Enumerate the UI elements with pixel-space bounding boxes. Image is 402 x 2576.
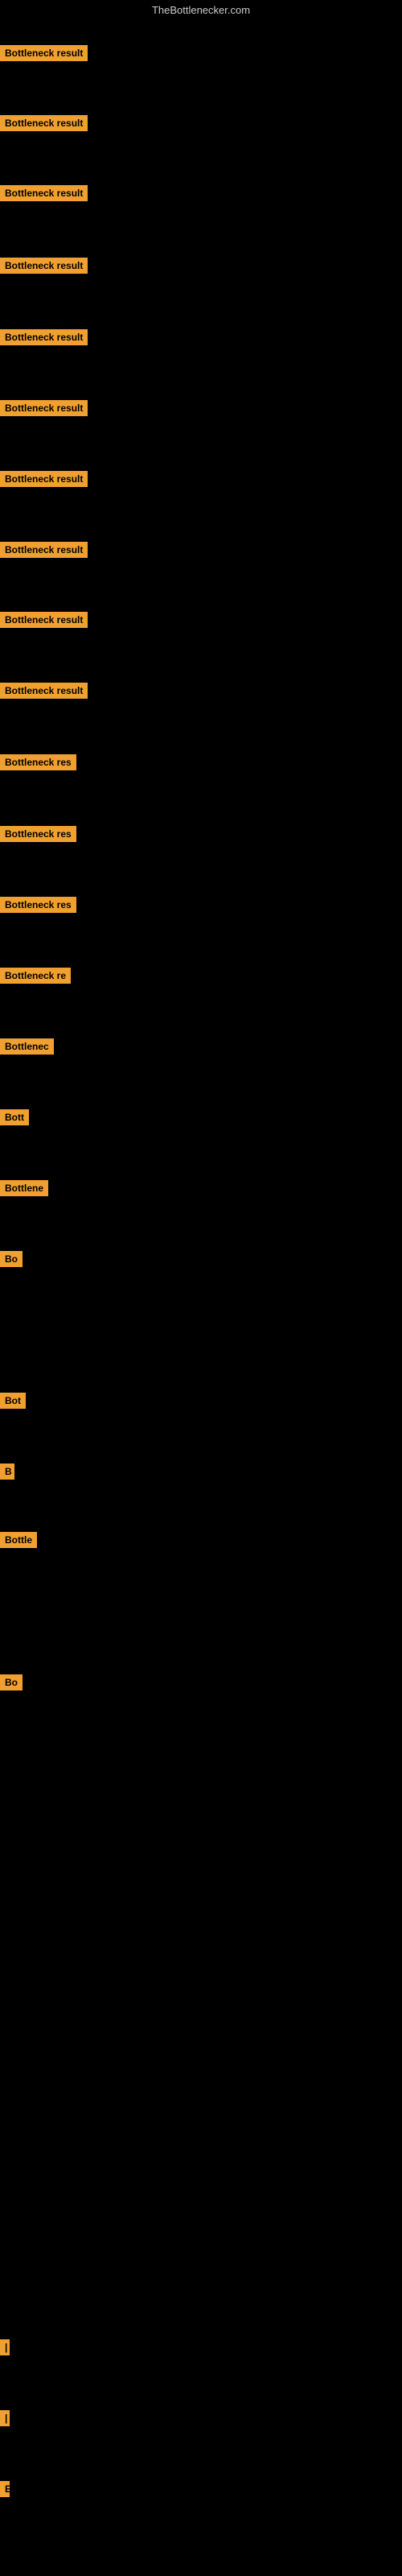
- bottleneck-badge[interactable]: B: [0, 1463, 14, 1480]
- bottleneck-badge[interactable]: Bottleneck res: [0, 897, 76, 913]
- site-title-text: TheBottlenecker.com: [0, 0, 402, 20]
- bottleneck-badge[interactable]: |: [0, 2410, 10, 2426]
- bottleneck-badge[interactable]: Bottleneck result: [0, 683, 88, 699]
- bottleneck-badge[interactable]: E: [0, 2481, 10, 2497]
- bottleneck-badge[interactable]: Bottle: [0, 1532, 37, 1548]
- bottleneck-badge[interactable]: Bottleneck result: [0, 115, 88, 131]
- bottleneck-badge[interactable]: Bottleneck result: [0, 612, 88, 628]
- bottleneck-badge[interactable]: Bott: [0, 1109, 29, 1125]
- bottleneck-badge[interactable]: Bo: [0, 1251, 23, 1267]
- bottleneck-badge[interactable]: Bottleneck re: [0, 968, 71, 984]
- bottleneck-badge[interactable]: Bot: [0, 1393, 26, 1409]
- bottleneck-badge[interactable]: Bottlenec: [0, 1038, 54, 1055]
- bottleneck-badge[interactable]: Bo: [0, 1674, 23, 1690]
- bottleneck-badge[interactable]: Bottleneck result: [0, 185, 88, 201]
- bottleneck-badge[interactable]: Bottleneck result: [0, 258, 88, 274]
- bottleneck-badge[interactable]: Bottlene: [0, 1180, 48, 1196]
- bottleneck-badge[interactable]: Bottleneck result: [0, 471, 88, 487]
- bottleneck-badge[interactable]: |: [0, 2339, 10, 2355]
- bottleneck-badge[interactable]: Bottleneck result: [0, 400, 88, 416]
- bottleneck-badge[interactable]: Bottleneck result: [0, 542, 88, 558]
- bottleneck-badge[interactable]: Bottleneck res: [0, 826, 76, 842]
- bottleneck-badge[interactable]: Bottleneck result: [0, 45, 88, 61]
- bottleneck-badge[interactable]: Bottleneck res: [0, 754, 76, 770]
- bottleneck-badge[interactable]: Bottleneck result: [0, 329, 88, 345]
